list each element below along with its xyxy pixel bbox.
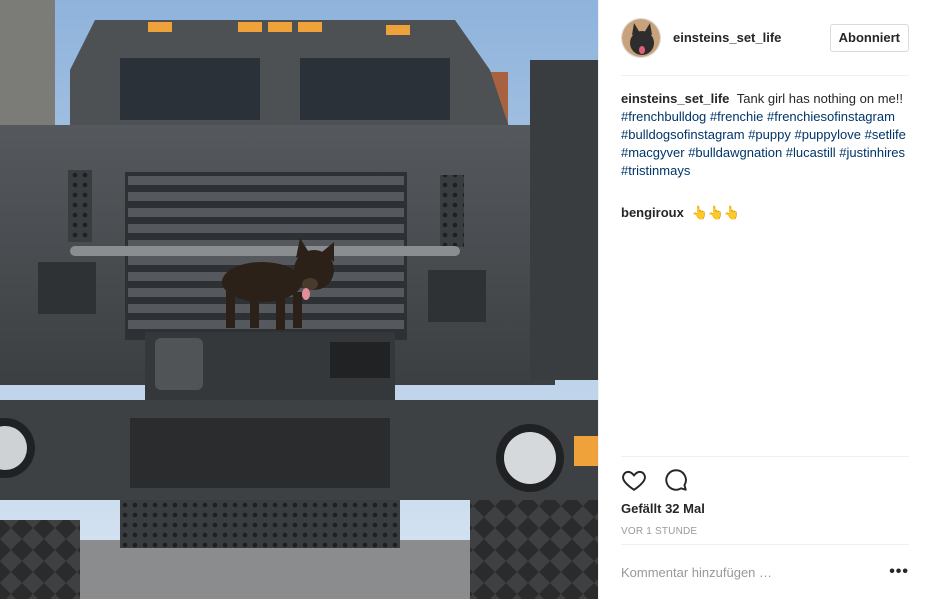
post-side-panel: einsteins_set_life Abonniert einsteins_s…: [598, 0, 931, 599]
hashtag-link[interactable]: #tristinmays: [621, 163, 690, 178]
comment-input[interactable]: [621, 564, 889, 580]
post-actions: [621, 456, 909, 493]
avatar[interactable]: [621, 17, 661, 58]
add-comment-bar: •••: [621, 544, 909, 599]
hashtag-link[interactable]: #macgyver: [621, 145, 685, 160]
likes-count[interactable]: Gefällt 32 Mal: [621, 501, 705, 516]
hashtag-link[interactable]: #setlife: [865, 127, 906, 142]
post-header: einsteins_set_life Abonniert: [621, 17, 909, 76]
hashtag-link[interactable]: #frenchiesofinstagram: [767, 109, 895, 124]
caption-text: Tank girl has nothing on me!!: [736, 91, 903, 106]
armored-truck-with-dog-image: [0, 0, 598, 599]
comment-username[interactable]: bengiroux: [621, 205, 684, 220]
more-options-icon[interactable]: •••: [889, 563, 909, 581]
hashtag-link[interactable]: #bulldogsofinstagram: [621, 127, 745, 142]
hashtag-link[interactable]: #frenchie: [710, 109, 763, 124]
post-timestamp: VOR 1 STUNDE: [621, 526, 698, 537]
hashtag-link[interactable]: #justinhires: [839, 145, 905, 160]
hashtag-link[interactable]: #bulldawgnation: [688, 145, 782, 160]
post-username[interactable]: einsteins_set_life: [673, 30, 830, 45]
hashtag-link[interactable]: #lucastill: [786, 145, 836, 160]
caption-username[interactable]: einsteins_set_life: [621, 91, 729, 106]
follow-button[interactable]: Abonniert: [829, 23, 909, 52]
hashtag-link[interactable]: #frenchbulldog: [621, 109, 706, 124]
hashtag-link[interactable]: #puppy: [748, 127, 791, 142]
comment-bubble-icon[interactable]: [663, 467, 689, 493]
comment-item: bengiroux 👆👆👆: [621, 204, 911, 222]
post-caption: einsteins_set_life Tank girl has nothing…: [621, 90, 911, 180]
comment-text: 👆👆👆: [691, 205, 741, 220]
hashtag-link[interactable]: #puppylove: [794, 127, 861, 142]
post-photo[interactable]: [0, 0, 598, 599]
instagram-post-view: einsteins_set_life Abonniert einsteins_s…: [0, 0, 931, 599]
profile-picture-icon: [622, 18, 660, 57]
heart-icon[interactable]: [621, 467, 647, 493]
